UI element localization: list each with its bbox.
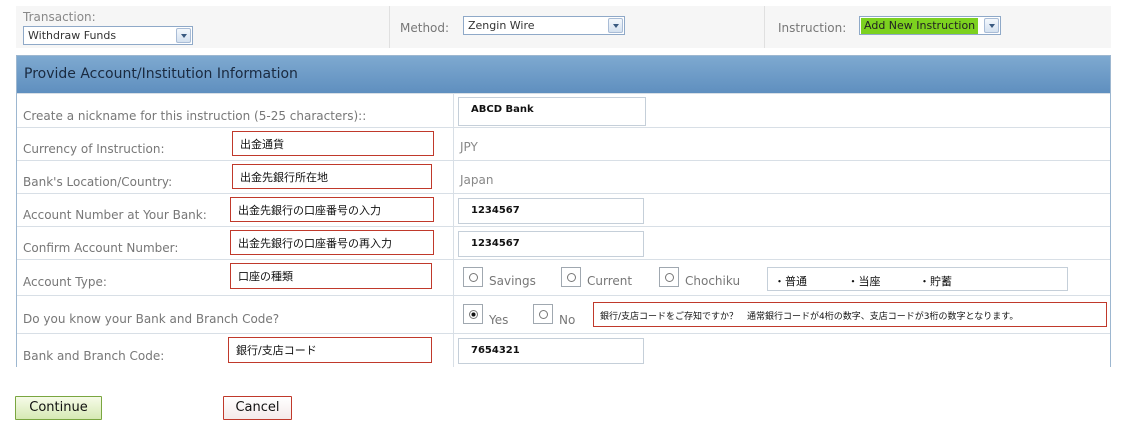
- account-number-input[interactable]: 1234567: [458, 198, 644, 224]
- account-type-annotation: 口座の種類: [230, 263, 432, 289]
- location-annotation: 出金先銀行所在地: [232, 164, 432, 189]
- know-code-row: Do you know your Bank and Branch Code? Y…: [17, 295, 1110, 333]
- radio-selected-icon: [469, 310, 478, 319]
- currency-row: Currency of Instruction: 出金通貨 JPY: [17, 127, 1110, 160]
- nickname-row: Create a nickname for this instruction (…: [17, 93, 1110, 127]
- note-toza: ・当座: [847, 275, 881, 288]
- currency-label: Currency of Instruction:: [23, 142, 165, 156]
- transaction-label: Transaction:: [23, 10, 96, 24]
- nickname-label: Create a nickname for this instruction (…: [23, 109, 367, 123]
- radio-no-label: No: [559, 313, 576, 327]
- method-select[interactable]: Zengin Wire: [463, 16, 625, 35]
- location-label: Bank's Location/Country:: [23, 175, 173, 189]
- panel-header: Provide Account/Institution Information: [17, 56, 1110, 93]
- location-row: Bank's Location/Country: 出金先銀行所在地 Japan: [17, 160, 1110, 193]
- account-type-note: ・普通 ・当座 ・貯蓄: [767, 267, 1068, 291]
- instruction-select-value: Add New Instruction: [861, 18, 979, 34]
- radio-savings[interactable]: [463, 267, 483, 287]
- method-select-value: Zengin Wire: [468, 19, 535, 32]
- confirm-account-row: Confirm Account Number: 出金先銀行の口座番号の再入力 1…: [17, 226, 1110, 259]
- transaction-select[interactable]: Withdraw Funds: [23, 26, 193, 45]
- branch-code-label: Bank and Branch Code:: [23, 349, 165, 363]
- account-type-label: Account Type:: [23, 275, 107, 289]
- radio-savings-label: Savings: [489, 274, 536, 288]
- instruction-select[interactable]: Add New Instruction: [859, 16, 1001, 35]
- cancel-button[interactable]: Cancel: [223, 396, 292, 420]
- confirm-account-label: Confirm Account Number:: [23, 241, 179, 255]
- note-futsu: ・普通: [774, 275, 807, 288]
- radio-dot-icon: [665, 273, 674, 282]
- instruction-label: Instruction:: [778, 21, 847, 35]
- location-value: Japan: [460, 173, 494, 187]
- method-section: Method: Zengin Wire: [389, 6, 764, 48]
- continue-button[interactable]: Continue: [15, 396, 102, 420]
- radio-dot-icon: [469, 273, 478, 282]
- radio-yes-label: Yes: [489, 313, 509, 327]
- know-code-note: 銀行/支店コードをご存知ですか？ 通常銀行コードが4桁の数字、支店コードが3桁の…: [593, 302, 1107, 327]
- radio-dot-icon: [539, 310, 548, 319]
- panel-title: Provide Account/Institution Information: [24, 66, 298, 82]
- radio-chochiku[interactable]: [659, 267, 679, 287]
- radio-current[interactable]: [561, 267, 581, 287]
- nickname-input[interactable]: ABCD Bank: [458, 97, 646, 126]
- transaction-select-value: Withdraw Funds: [28, 29, 117, 42]
- radio-chochiku-label: Chochiku: [685, 274, 741, 288]
- transaction-section: Transaction: Withdraw Funds: [16, 6, 389, 48]
- radio-current-label: Current: [587, 274, 633, 288]
- chevron-down-icon[interactable]: [984, 18, 999, 33]
- branch-code-annotation: 銀行/支店コード: [228, 337, 432, 363]
- branch-code-input[interactable]: 7654321: [458, 338, 644, 364]
- account-number-label: Account Number at Your Bank:: [23, 208, 207, 222]
- radio-no[interactable]: [533, 304, 553, 324]
- instruction-section: Instruction: Add New Instruction: [764, 6, 1111, 48]
- radio-dot-icon: [567, 273, 576, 282]
- confirm-account-input[interactable]: 1234567: [458, 231, 644, 257]
- note-chochiku: ・貯蓄: [919, 275, 952, 288]
- account-number-annotation: 出金先銀行の口座番号の入力: [230, 197, 434, 222]
- account-number-row: Account Number at Your Bank: 出金先銀行の口座番号の…: [17, 193, 1110, 226]
- account-info-panel: Provide Account/Institution Information …: [16, 55, 1111, 367]
- radio-yes[interactable]: [463, 304, 483, 324]
- method-label: Method:: [400, 21, 450, 35]
- chevron-down-icon[interactable]: [176, 28, 191, 43]
- confirm-account-annotation: 出金先銀行の口座番号の再入力: [230, 230, 434, 255]
- currency-annotation: 出金通貨: [232, 131, 434, 156]
- currency-value: JPY: [460, 140, 478, 154]
- chevron-down-icon[interactable]: [608, 18, 623, 33]
- transaction-toolbar: Transaction: Withdraw Funds Method: Zeng…: [16, 6, 1111, 48]
- branch-code-row: Bank and Branch Code: 銀行/支店コード 7654321: [17, 333, 1110, 367]
- account-type-row: Account Type: 口座の種類 Savings Current Choc…: [17, 259, 1110, 295]
- know-code-label: Do you know your Bank and Branch Code?: [23, 312, 280, 326]
